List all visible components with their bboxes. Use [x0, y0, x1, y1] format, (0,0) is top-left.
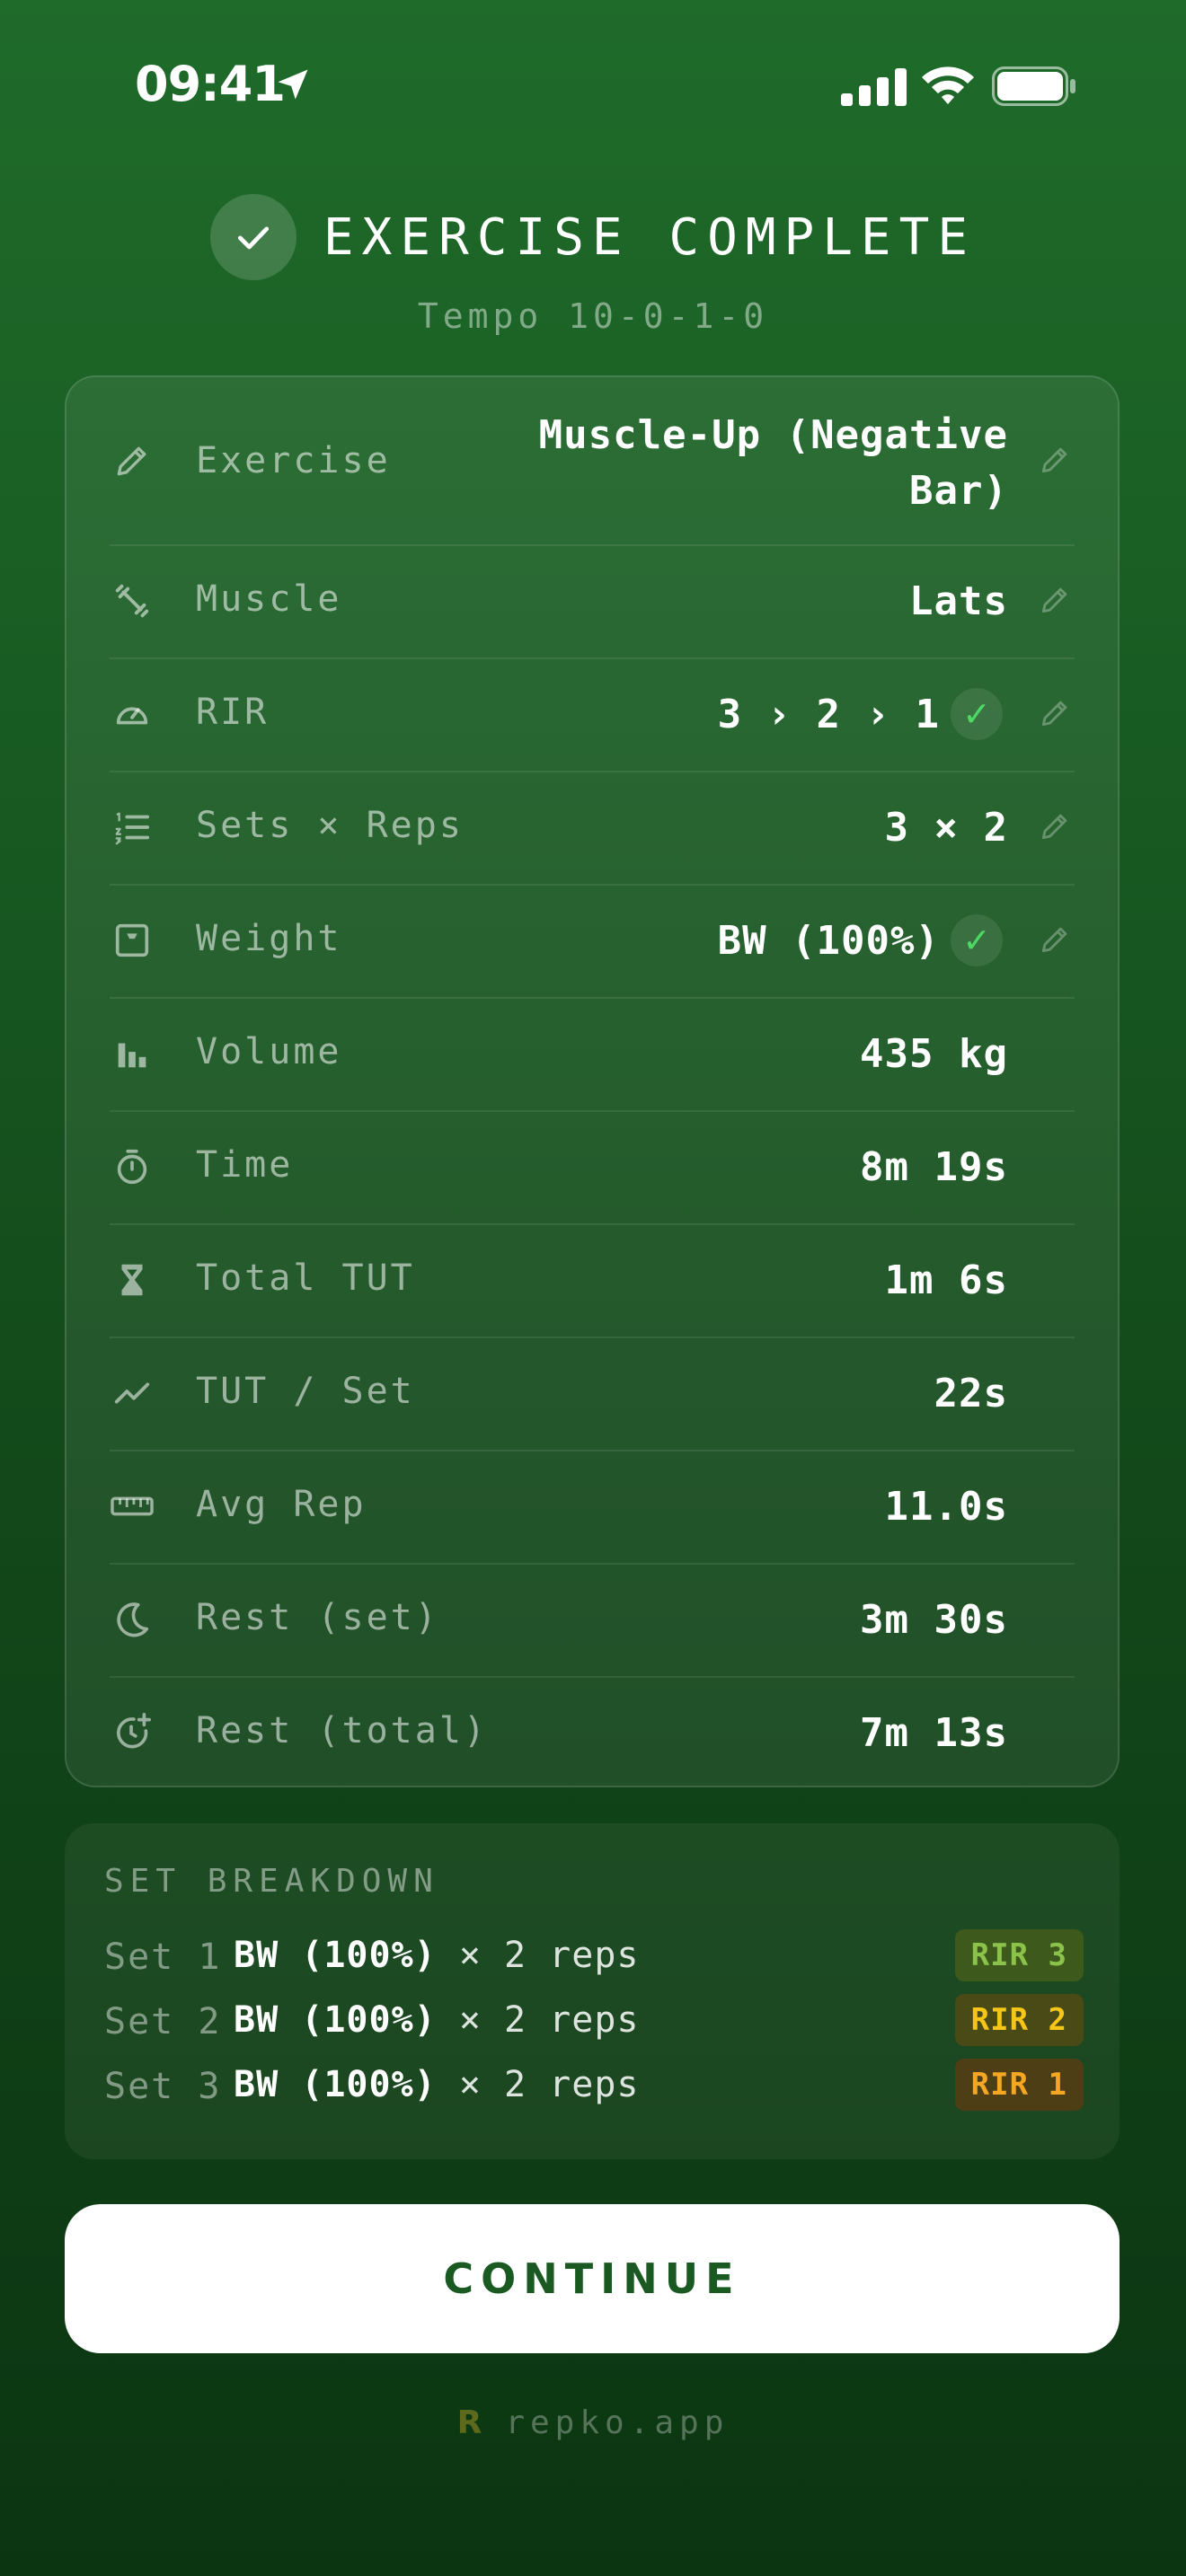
edit-muscle-icon[interactable]	[1035, 580, 1075, 620]
set-label: Set 1	[104, 1936, 222, 1978]
stat-label: Time	[196, 1144, 294, 1186]
pencil-icon	[110, 438, 155, 483]
stopwatch-icon	[110, 1144, 155, 1189]
rir-badge: RIR 3	[954, 1929, 1084, 1981]
footer-domain[interactable]: repko.app	[505, 2404, 729, 2441]
set-label: Set 3	[104, 2066, 222, 2107]
tempo-subtitle: Tempo 10-0-1-0	[417, 296, 769, 336]
stat-row-total-tut: Total TUT 1m 6s	[110, 1223, 1075, 1338]
stat-row-tut-per-set: TUT / Set 22s	[110, 1337, 1075, 1451]
location-arrow-icon	[278, 69, 308, 100]
stat-value-time: 8m 19s	[860, 1144, 1008, 1190]
stat-label: Rest (total)	[196, 1710, 488, 1751]
set-weight: BW (100%)	[234, 2064, 437, 2105]
stat-value-rest-set: 3m 30s	[860, 1597, 1008, 1643]
dumbbell-icon	[110, 578, 155, 623]
stat-row-weight: Weight BW (100%) ✓	[110, 884, 1075, 999]
set-row: Set 2 BW (100%) × 2 reps RIR 2	[104, 1994, 1084, 2048]
edit-weight-icon[interactable]	[1035, 920, 1075, 959]
battery-icon	[992, 66, 1075, 106]
stat-value-tut-per-set: 22s	[934, 1371, 1008, 1416]
stat-row-avg-rep: Avg Rep 11.0s	[110, 1450, 1075, 1565]
header: EXERCISE COMPLETE	[0, 192, 1186, 282]
hourglass-icon	[110, 1257, 155, 1302]
set-reps: × 2 reps	[458, 1935, 640, 1976]
stat-label: Avg Rep	[196, 1484, 367, 1525]
ruler-icon	[110, 1484, 155, 1529]
stat-value-weight: BW (100%)	[717, 918, 940, 964]
edit-rir-icon[interactable]	[1035, 693, 1075, 733]
stat-value-exercise: Muscle-Up (Negative Bar)	[538, 412, 1008, 514]
gauge-icon	[110, 692, 155, 737]
stat-label: Rest (set)	[196, 1597, 439, 1638]
complete-check-icon	[209, 194, 296, 280]
set-detail: BW (100%) × 2 reps	[234, 1999, 640, 2041]
status-time: 09:41	[135, 56, 286, 112]
stat-row-volume: Volume 435 kg	[110, 997, 1075, 1112]
stat-row-exercise: Exercise Muscle-Up (Negative Bar)	[110, 377, 1075, 546]
stat-value-volume: 435 kg	[860, 1031, 1008, 1077]
scale-icon	[110, 918, 155, 963]
stat-label: TUT / Set	[196, 1371, 415, 1412]
stat-row-muscle: Muscle Lats	[110, 544, 1075, 659]
stat-value-total-tut: 1m 6s	[884, 1257, 1008, 1303]
stat-value-muscle: Lats	[909, 578, 1008, 624]
set-weight: BW (100%)	[234, 1999, 437, 2041]
set-weight: BW (100%)	[234, 1935, 437, 1976]
set-reps: × 2 reps	[458, 1999, 640, 2041]
weight-confirmed-check-icon: ✓	[951, 914, 1003, 966]
stat-value-sets-reps: 3 × 2	[884, 805, 1008, 851]
set-row: Set 3 BW (100%) × 2 reps RIR 1	[104, 2059, 1084, 2113]
set-detail: BW (100%) × 2 reps	[234, 1935, 640, 1976]
stat-row-time: Time 8m 19s	[110, 1110, 1075, 1225]
wifi-icon	[922, 66, 974, 104]
bar-chart-icon	[110, 1031, 155, 1076]
stat-label: Exercise	[196, 440, 391, 481]
continue-button[interactable]: CONTINUE	[65, 2204, 1120, 2353]
repko-logo-icon: R	[456, 2404, 482, 2441]
set-detail: BW (100%) × 2 reps	[234, 2064, 640, 2105]
cellular-signal-icon	[841, 68, 907, 106]
set-reps: × 2 reps	[458, 2064, 640, 2105]
stat-label: Sets × Reps	[196, 805, 464, 846]
status-bar: 09:41	[0, 0, 1186, 171]
clock-plus-icon	[110, 1710, 155, 1755]
exercise-stats-card: Exercise Muscle-Up (Negative Bar) Muscle…	[65, 375, 1120, 1787]
set-label: Set 2	[104, 2001, 222, 2042]
moon-icon	[110, 1597, 155, 1642]
edit-sets-reps-icon[interactable]	[1035, 807, 1075, 846]
rir-badge: RIR 2	[954, 1994, 1084, 2046]
stat-row-sets-reps: Sets × Reps 3 × 2	[110, 771, 1075, 886]
set-row: Set 1 BW (100%) × 2 reps RIR 3	[104, 1929, 1084, 1983]
stat-value-rir: 3 › 2 › 1	[717, 692, 940, 737]
stat-label: RIR	[196, 692, 270, 733]
stat-label: Weight	[196, 918, 342, 959]
stat-value-avg-rep: 11.0s	[884, 1484, 1008, 1530]
edit-exercise-icon[interactable]	[1035, 440, 1075, 480]
numbered-list-icon	[110, 805, 155, 850]
rir-confirmed-check-icon: ✓	[951, 688, 1003, 740]
stat-row-rest-total: Rest (total) 7m 13s	[110, 1676, 1075, 1789]
trend-line-icon	[110, 1371, 155, 1416]
footer: R repko.app	[0, 2398, 1186, 2447]
stat-row-rir: RIR 3 › 2 › 1 ✓	[110, 657, 1075, 772]
set-breakdown-title: SET BREAKDOWN	[104, 1863, 439, 1900]
rir-badge: RIR 1	[954, 2059, 1084, 2111]
stat-label: Total TUT	[196, 1257, 415, 1299]
stat-label: Muscle	[196, 578, 342, 620]
stat-label: Volume	[196, 1031, 342, 1072]
stat-value-rest-total: 7m 13s	[860, 1710, 1008, 1756]
set-breakdown-panel: SET BREAKDOWN Set 1 BW (100%) × 2 reps R…	[65, 1823, 1120, 2159]
page-title: EXERCISE COMPLETE	[323, 207, 977, 267]
stat-row-rest-set: Rest (set) 3m 30s	[110, 1563, 1075, 1678]
